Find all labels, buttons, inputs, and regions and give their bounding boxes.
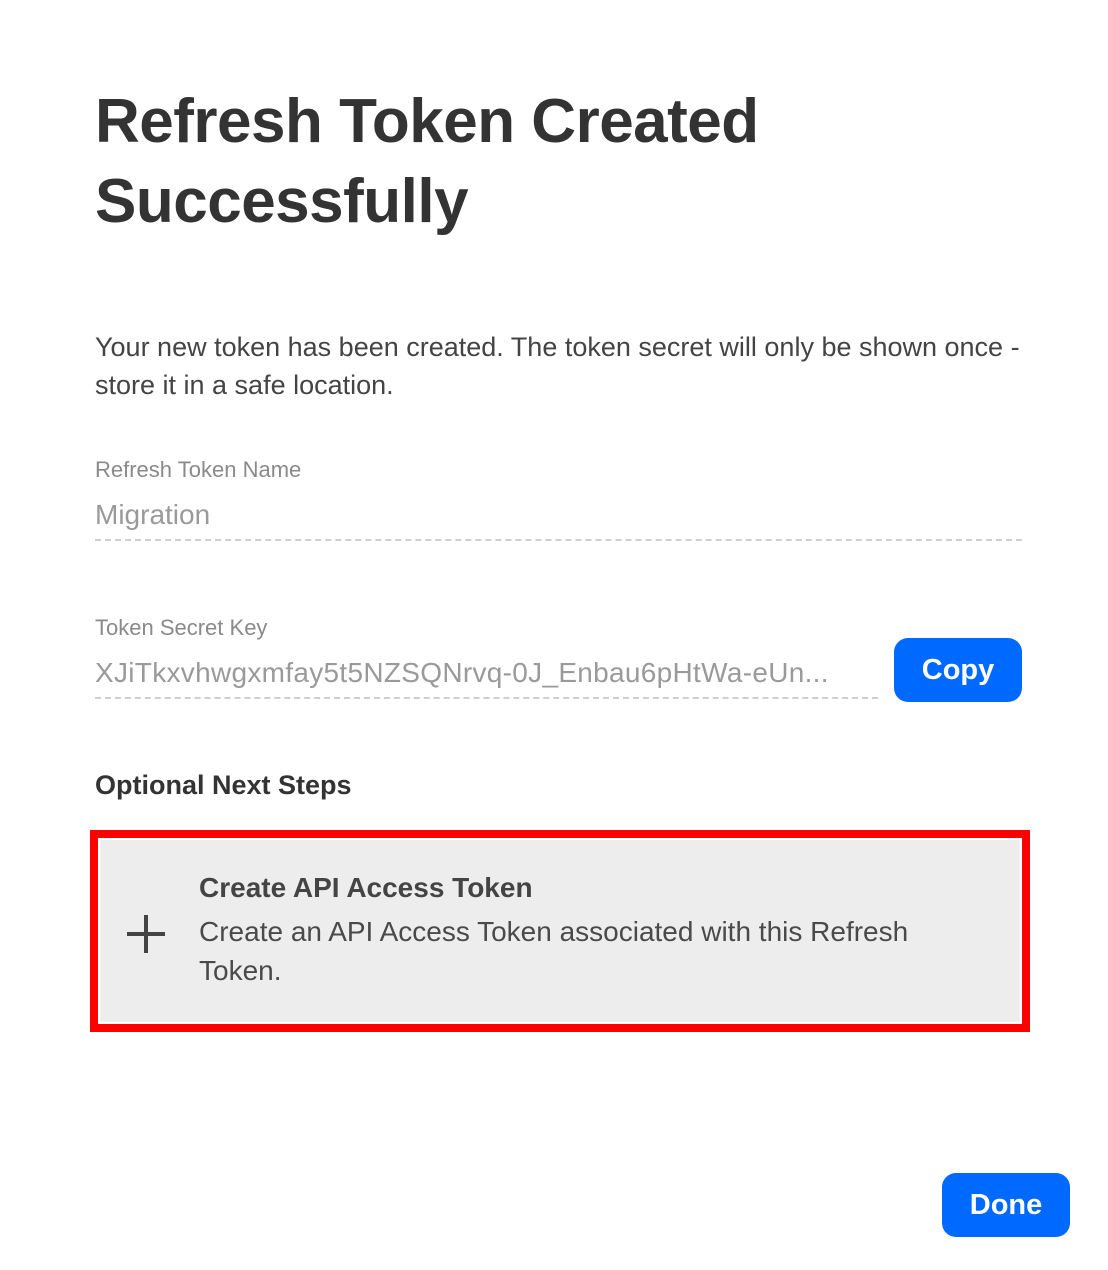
page-title: Refresh Token Created Successfully	[95, 87, 759, 236]
next-step-description: Create an API Access Token associated wi…	[199, 916, 909, 986]
refresh-token-name-value: Migration	[95, 497, 1022, 541]
token-secret-key-label: Token Secret Key	[95, 615, 268, 640]
create-api-access-token-card[interactable]: Create API Access Token Create an API Ac…	[90, 830, 1030, 1032]
token-secret-key-value[interactable]: XJiTkxvhwgxmfay5t5NZSQNrvq-0J_Enbau6pHtW…	[95, 655, 878, 699]
plus-icon	[127, 915, 165, 953]
done-button[interactable]: Done	[942, 1173, 1070, 1237]
optional-next-steps-heading: Optional Next Steps	[95, 770, 352, 800]
next-step-title: Create API Access Token	[199, 872, 533, 903]
create-api-access-token-action[interactable]: Create API Access Token Create an API Ac…	[100, 840, 1020, 1022]
copy-button[interactable]: Copy	[894, 638, 1022, 702]
refresh-token-name-label: Refresh Token Name	[95, 457, 302, 482]
intro-text: Your new token has been created. The tok…	[95, 332, 1020, 400]
